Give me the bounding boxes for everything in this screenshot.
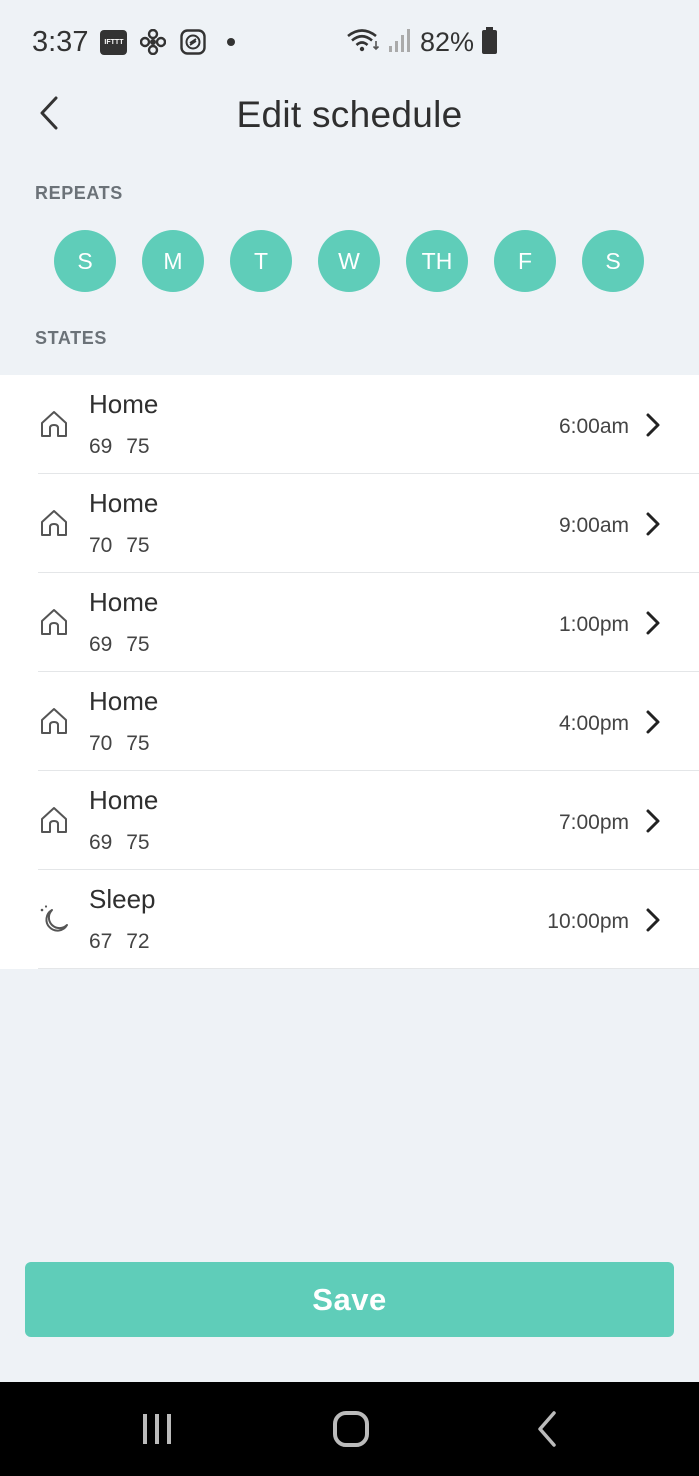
state-temps: 70 75: [89, 732, 150, 756]
state-time: 7:00pm: [558, 811, 629, 834]
temp-high: 75: [126, 435, 150, 458]
state-name: Home: [89, 389, 159, 419]
state-row[interactable]: Home 70 75 9:00am: [0, 474, 699, 573]
chevron-right-icon: [643, 807, 663, 835]
state-temps: 69 75: [89, 633, 150, 657]
state-time: 4:00pm: [558, 712, 629, 735]
day-sunday[interactable]: S: [54, 230, 116, 292]
home-button-icon: [331, 1411, 371, 1453]
day-monday[interactable]: M: [142, 230, 204, 292]
temp-high: 75: [126, 831, 150, 854]
temp-low: 70: [89, 534, 113, 557]
states-list: Home 69 75 6:00am Home 70 75 9:00am Home…: [0, 375, 699, 969]
state-name: Sleep: [89, 884, 156, 914]
temp-low: 69: [89, 435, 113, 458]
page-title: Edit schedule: [236, 94, 463, 135]
back-icon: [527, 1411, 567, 1453]
status-time: 3:37: [32, 25, 89, 58]
recent-apps-button[interactable]: [137, 1409, 177, 1449]
chevron-right-icon: [643, 708, 663, 736]
header: Edit schedule: [0, 84, 699, 150]
temp-high: 75: [126, 534, 150, 557]
state-name: Home: [89, 686, 159, 716]
state-time: 6:00am: [558, 415, 629, 438]
state-name: Home: [89, 587, 159, 617]
state-row[interactable]: Home 69 75 6:00am: [0, 375, 699, 474]
chevron-right-icon: [643, 510, 663, 538]
state-row[interactable]: Home 69 75 1:00pm: [0, 573, 699, 672]
signal-icon: [388, 27, 412, 58]
ifttt-icon: IFTTT: [100, 29, 128, 55]
dot-icon: [227, 38, 236, 46]
state-temps: 67 72: [89, 930, 150, 954]
state-temps: 70 75: [89, 534, 150, 558]
state-temps: 69 75: [89, 831, 150, 855]
home-icon: [38, 409, 72, 441]
chevron-right-icon: [643, 411, 663, 439]
day-thursday[interactable]: TH: [406, 230, 468, 292]
day-wednesday[interactable]: W: [318, 230, 380, 292]
home-nav-button[interactable]: [331, 1409, 371, 1449]
state-name: Home: [89, 785, 159, 815]
moon-icon: [38, 904, 72, 936]
state-row[interactable]: Sleep 67 72 10:00pm: [0, 870, 699, 969]
home-icon: [38, 607, 72, 639]
state-time: 10:00pm: [547, 910, 629, 933]
fan-icon: [139, 28, 167, 56]
back-nav-button[interactable]: [527, 1409, 567, 1449]
wifi-icon: [346, 27, 380, 58]
states-label: STATES: [35, 328, 107, 348]
state-name: Home: [89, 488, 159, 518]
state-row[interactable]: Home 69 75 7:00pm: [0, 771, 699, 870]
home-icon: [38, 805, 72, 837]
shazam-icon: [179, 28, 207, 56]
battery-icon: [482, 27, 497, 54]
divider: [38, 968, 699, 969]
temp-low: 67: [89, 930, 113, 953]
home-icon: [38, 706, 72, 738]
home-icon: [38, 508, 72, 540]
status-left: 3:37 IFTTT: [32, 25, 236, 59]
temp-high: 75: [126, 633, 150, 656]
temp-low: 70: [89, 732, 113, 755]
state-time: 9:00am: [558, 514, 629, 537]
day-saturday[interactable]: S: [582, 230, 644, 292]
day-selector: S M T W TH F S: [54, 230, 645, 292]
chevron-right-icon: [643, 609, 663, 637]
navigation-bar: [0, 1382, 699, 1476]
state-time: 1:00pm: [558, 613, 629, 636]
chevron-right-icon: [643, 906, 663, 934]
day-friday[interactable]: F: [494, 230, 556, 292]
repeats-label: REPEATS: [35, 183, 123, 203]
status-right: 82%: [346, 27, 497, 58]
state-temps: 69 75: [89, 435, 150, 459]
recent-apps-icon: [137, 1414, 177, 1453]
status-bar: 3:37 IFTTT 82%: [0, 0, 699, 84]
state-row[interactable]: Home 70 75 4:00pm: [0, 672, 699, 771]
temp-high: 72: [126, 930, 150, 953]
save-button[interactable]: Save: [25, 1262, 674, 1337]
battery-percent: 82%: [419, 26, 474, 57]
day-tuesday[interactable]: T: [230, 230, 292, 292]
temp-low: 69: [89, 831, 113, 854]
temp-low: 69: [89, 633, 113, 656]
temp-high: 75: [126, 732, 150, 755]
